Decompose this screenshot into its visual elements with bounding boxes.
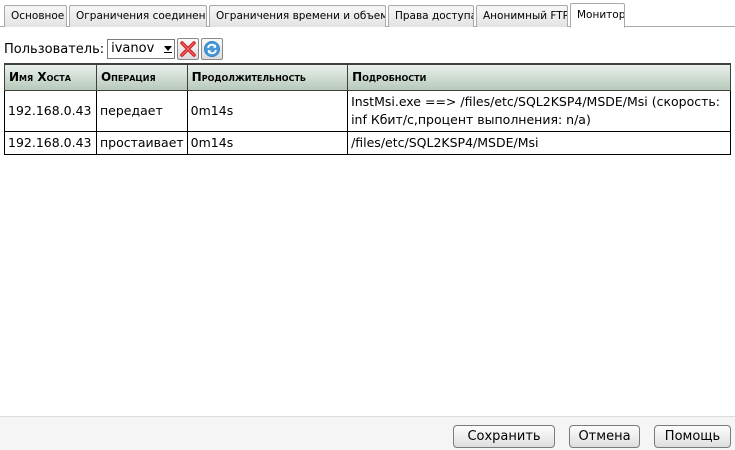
refresh-button[interactable] xyxy=(201,38,224,60)
tab-bar: Основное Ограничения соединений Ограниче… xyxy=(0,0,735,28)
cell-host: 192.168.0.43 xyxy=(4,130,97,155)
column-header-duration[interactable]: Продолжительность xyxy=(186,63,349,91)
cell-duration: 0m14s xyxy=(186,130,349,155)
monitor-table: Имя Хоста Операция Продолжительность Под… xyxy=(4,63,731,155)
red-x-icon xyxy=(180,41,196,57)
cell-operation: передает xyxy=(95,89,188,132)
column-header-host[interactable]: Имя Хоста xyxy=(4,63,97,91)
tab-monitor[interactable]: Монитор xyxy=(570,3,625,28)
table-row[interactable]: 192.168.0.43 простаивает 0m14s /files/et… xyxy=(4,130,731,155)
table-row[interactable]: 192.168.0.43 передает 0m14s InstMsi.exe … xyxy=(4,89,731,132)
footer-bar: Сохранить Отмена Помощь xyxy=(0,416,735,450)
user-toolbar: Пользователь: ivanov xyxy=(4,38,224,60)
column-header-operation[interactable]: Операция xyxy=(95,63,188,91)
user-label: Пользователь: xyxy=(4,41,105,57)
user-select[interactable]: ivanov xyxy=(107,39,176,59)
refresh-icon xyxy=(204,41,221,57)
cell-operation: простаивает xyxy=(95,130,188,155)
tab-general[interactable]: Основное xyxy=(4,5,67,27)
tab-connection-limits[interactable]: Ограничения соединений xyxy=(69,5,207,27)
user-select-value: ivanov xyxy=(111,41,155,56)
tab-time-volume-limits[interactable]: Ограничения времени и объема xyxy=(209,5,386,27)
cell-details: /files/etc/SQL2KSP4/MSDE/Msi xyxy=(347,130,731,155)
delete-user-button[interactable] xyxy=(177,38,200,60)
table-header-row: Имя Хоста Операция Продолжительность Под… xyxy=(4,63,731,91)
column-header-details[interactable]: Подробности xyxy=(347,63,731,91)
chevron-down-icon xyxy=(164,46,173,51)
cell-details: InstMsi.exe ==> /files/etc/SQL2KSP4/MSDE… xyxy=(347,89,731,132)
tab-anonymous-ftp[interactable]: Анонимный FTP xyxy=(476,5,568,27)
tab-access-rights[interactable]: Права доступа xyxy=(388,5,474,27)
cell-duration: 0m14s xyxy=(186,89,349,132)
cell-host: 192.168.0.43 xyxy=(4,89,97,132)
dropdown-bar xyxy=(164,52,173,53)
save-button[interactable]: Сохранить xyxy=(453,425,555,448)
help-button[interactable]: Помощь xyxy=(654,425,731,448)
cancel-button[interactable]: Отмена xyxy=(569,425,640,448)
